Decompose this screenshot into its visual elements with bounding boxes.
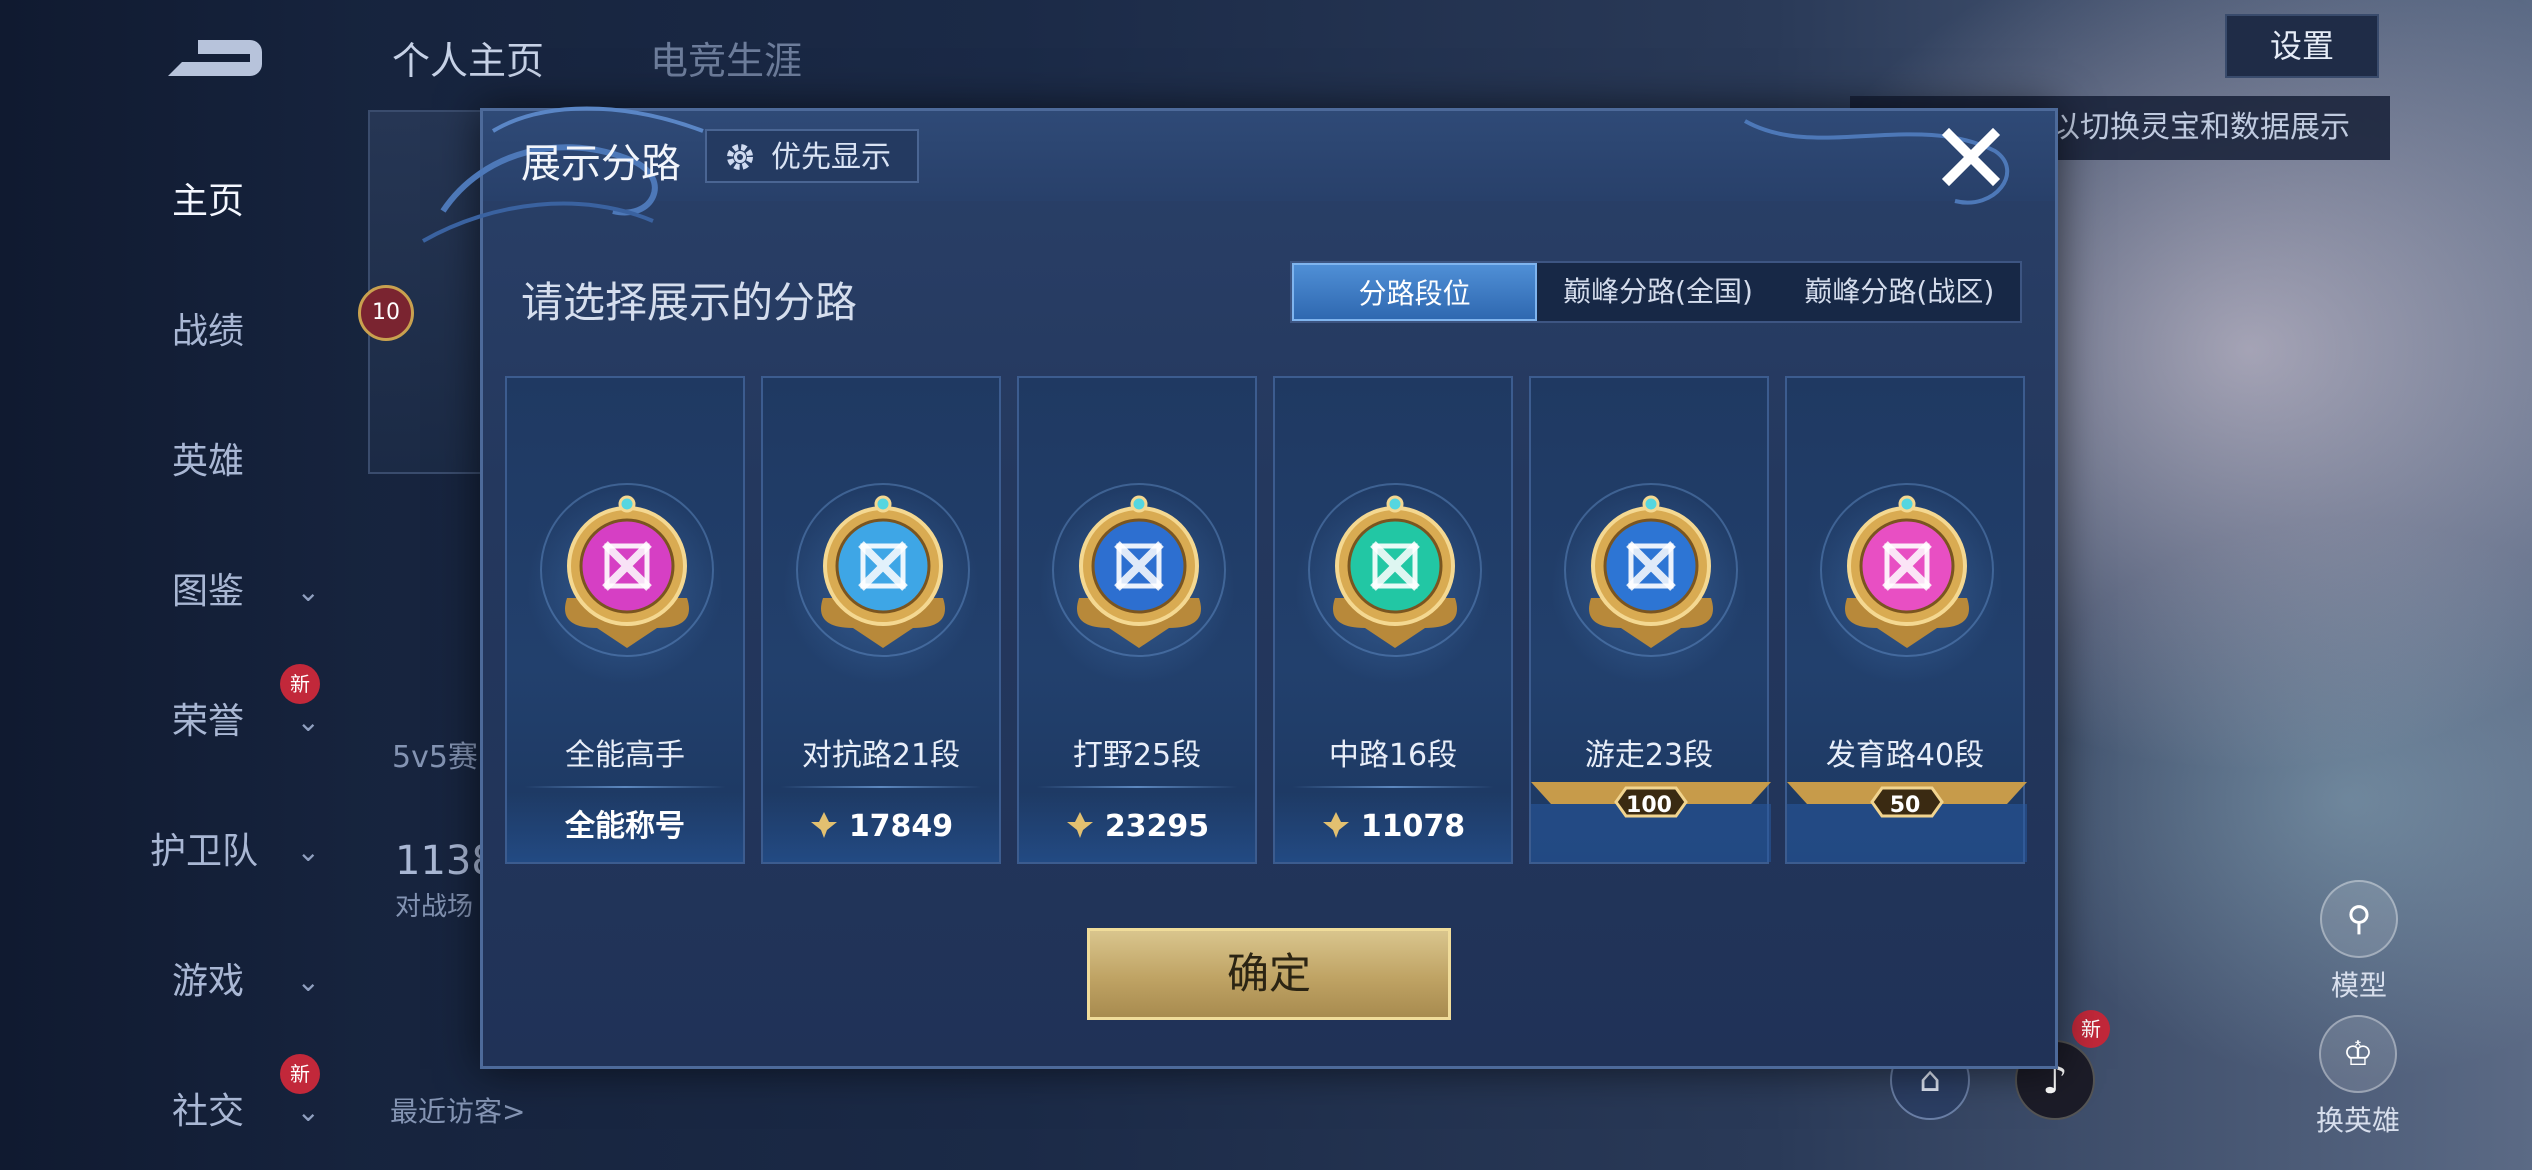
model-icon: ⚲ xyxy=(2320,880,2398,958)
recent-visitors-link[interactable]: 最近访客> xyxy=(390,1090,525,1130)
lane-card-name: 对抗路21段 xyxy=(801,738,961,773)
peak-rank-number: 100 xyxy=(1626,793,1672,818)
select-lane-prompt: 请选择展示的分路 xyxy=(521,278,858,327)
all-round-icon xyxy=(540,483,714,657)
sidebar-item-7[interactable]: 社交 ⌄ 新 xyxy=(172,1054,320,1142)
match-count-label: 对战场 xyxy=(395,892,474,922)
dialog-title: 展示分路 xyxy=(521,141,681,187)
chevron-down-icon: ⌄ xyxy=(296,575,320,608)
sidebar-item-5[interactable]: 护卫队 ⌄ xyxy=(150,822,320,882)
lane-card[interactable]: 对抗路21段 17849 xyxy=(761,376,1001,864)
lane-card-value: 17849 xyxy=(848,809,954,844)
switch-hero-label: 换英雄 xyxy=(2316,1104,2401,1137)
tab-profile[interactable]: 个人主页 xyxy=(392,30,544,85)
sidebar-item-label: 图鉴 xyxy=(172,571,245,612)
points-icon xyxy=(810,812,837,838)
sidebar-item-label: 护卫队 xyxy=(150,831,259,872)
lane-card-divider xyxy=(1293,786,1493,788)
lane-card-divider xyxy=(1037,786,1237,788)
switch-hero-icon: ♔ xyxy=(2319,1015,2397,1093)
sidebar-item-label: 战绩 xyxy=(172,311,245,352)
lane-card-value: 全能称号 xyxy=(565,809,685,844)
peak-rank-number: 50 xyxy=(1889,793,1921,818)
lane-card-name: 打野25段 xyxy=(1072,738,1202,773)
lane-card[interactable]: 中路16段 11078 xyxy=(1273,376,1513,864)
lane-points: 23295 xyxy=(1019,792,1255,862)
model-label: 模型 xyxy=(2330,969,2387,1002)
chevron-down-icon: ⌄ xyxy=(296,965,320,998)
lane-card-name: 发育路40段 xyxy=(1825,738,1985,773)
lane-card[interactable]: 打野25段 23295 xyxy=(1017,376,1257,864)
close-icon[interactable] xyxy=(1939,125,2003,189)
priority-display-button[interactable]: 优先显示 xyxy=(705,129,919,183)
lane-card-name: 全能高手 xyxy=(565,738,685,773)
lane-card-name: 游走23段 xyxy=(1584,738,1714,773)
lane-card-divider xyxy=(781,786,981,788)
tab-peak-lane-region[interactable]: 巅峰分路(战区) xyxy=(1779,263,2020,321)
lane-points: 17849 xyxy=(763,792,999,862)
lane-points: 11078 xyxy=(1275,792,1511,862)
new-badge: 新 xyxy=(280,1054,320,1094)
lane-card-divider xyxy=(525,786,725,788)
lane-card-value: 23295 xyxy=(1104,809,1210,844)
mode-text: 5v5赛 xyxy=(392,740,478,775)
sidebar-item-label: 荣誉 xyxy=(172,701,245,742)
lane-cards: 全能高手 全能称号 对抗路21段 17849 打野25段 23295 中路16段 11078 游… xyxy=(505,376,2035,866)
sidebar-item-6[interactable]: 游戏 ⌄ xyxy=(172,952,320,1012)
sidebar-item-1[interactable]: 战绩 xyxy=(172,302,320,362)
tiktok-new-badge: 新 xyxy=(2072,1010,2110,1048)
jungle-icon xyxy=(1052,483,1226,657)
settings-button[interactable]: 设置 xyxy=(2225,14,2379,78)
tab-esports-career[interactable]: 电竞生涯 xyxy=(650,30,802,85)
lane-type-tabs: 分路段位 巅峰分路(全国) 巅峰分路(战区) xyxy=(1290,261,2022,323)
lane-display-dialog: 展示分路 优先显示 请选择展示的分路 分路段位 巅峰分路(全国) 巅峰分路(战区… xyxy=(422,106,2058,1069)
mid-lane-icon xyxy=(1308,483,1482,657)
tab-peak-lane-national[interactable]: 巅峰分路(全国) xyxy=(1537,263,1778,321)
sidebar-item-label: 主页 xyxy=(172,181,245,222)
sidebar-item-3[interactable]: 图鉴 ⌄ xyxy=(172,562,320,622)
priority-display-label: 优先显示 xyxy=(771,140,891,175)
level-badge: 10 xyxy=(358,285,414,341)
lane-card[interactable]: 全能高手 全能称号 xyxy=(505,376,745,864)
lane-card-value: 11078 xyxy=(1360,809,1466,844)
model-button[interactable]: ⚲ 模型 xyxy=(2320,880,2398,1004)
sidebar-item-label: 英雄 xyxy=(172,441,245,482)
confirm-button[interactable]: 确定 xyxy=(1087,928,1451,1020)
switch-hero-button[interactable]: ♔ 换英雄 xyxy=(2316,1015,2400,1139)
lane-card[interactable]: 发育路40段 50 xyxy=(1785,376,2027,864)
roam-icon xyxy=(1564,483,1738,657)
sidebar-item-2[interactable]: 英雄 xyxy=(172,432,320,492)
sidebar-item-label: 游戏 xyxy=(172,961,245,1002)
tab-lane-rank[interactable]: 分路段位 xyxy=(1292,263,1538,321)
new-badge: 新 xyxy=(280,664,320,704)
points-icon xyxy=(1322,812,1349,838)
points-icon xyxy=(1066,812,1093,838)
lane-card-name: 中路16段 xyxy=(1328,738,1458,773)
clash-lane-icon xyxy=(796,483,970,657)
sidebar-item-label: 社交 xyxy=(172,1091,245,1132)
chevron-down-icon: ⌄ xyxy=(296,835,320,868)
all-round-title: 全能称号 xyxy=(507,792,743,862)
lane-card[interactable]: 游走23段 100 xyxy=(1529,376,1771,864)
gear-icon xyxy=(727,144,753,170)
back-icon[interactable] xyxy=(158,32,268,84)
sidebar-item-4[interactable]: 荣誉 ⌄ 新 xyxy=(172,664,320,752)
farm-lane-icon xyxy=(1820,483,1994,657)
sidebar-item-0[interactable]: 主页 xyxy=(172,172,320,232)
